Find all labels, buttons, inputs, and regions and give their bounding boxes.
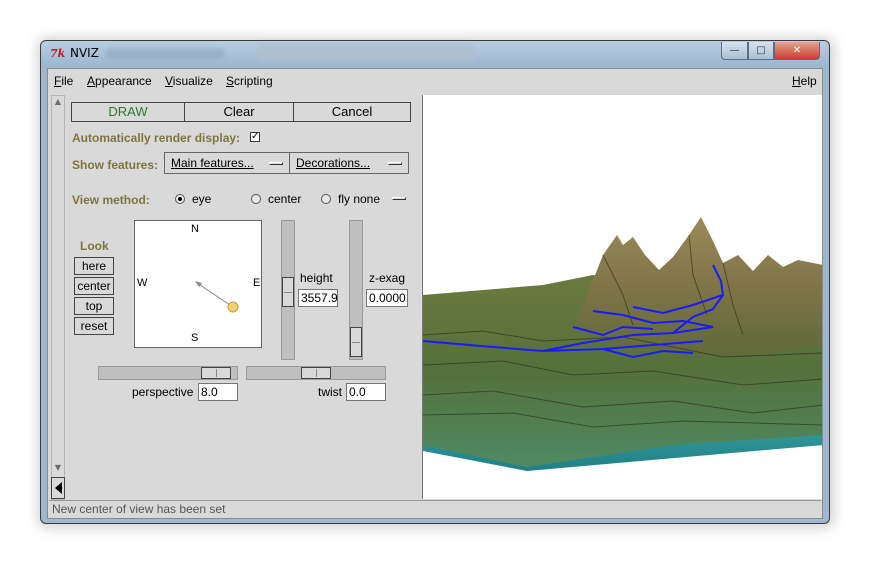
- fly-menu-indicator-icon[interactable]: [392, 197, 406, 200]
- terrain-render: [423, 217, 822, 471]
- height-slider-thumb[interactable]: [282, 277, 294, 307]
- perspective-entry[interactable]: 8.0: [198, 383, 238, 401]
- action-buttons: DRAW Clear Cancel: [71, 102, 411, 122]
- title-obscured-text: [105, 48, 225, 59]
- menu-file[interactable]: File: [54, 74, 73, 88]
- position-compass[interactable]: N S E W: [134, 220, 262, 348]
- maximize-button[interactable]: □: [748, 42, 774, 60]
- perspective-slider-thumb[interactable]: [201, 367, 231, 379]
- look-center-button[interactable]: center: [74, 277, 114, 295]
- twist-entry[interactable]: 0.0: [346, 383, 386, 401]
- twist-label: twist: [318, 385, 342, 399]
- view-control-panel: DRAW Clear Cancel Automatically render d…: [68, 95, 420, 500]
- perspective-slider[interactable]: [98, 366, 238, 380]
- panel-scrollbar[interactable]: ▲ ▼: [51, 95, 65, 500]
- auto-render-label: Automatically render display:: [72, 131, 241, 145]
- look-top-button[interactable]: top: [74, 297, 114, 315]
- zexag-slider[interactable]: [349, 220, 363, 360]
- height-label: height: [300, 271, 333, 285]
- status-bar: New center of view has been set: [49, 500, 821, 518]
- view-method-center-radio[interactable]: [251, 194, 261, 204]
- menu-bar: File Appearance Visualize Scripting Help: [48, 69, 822, 93]
- view-method-center-label: center: [268, 192, 302, 206]
- look-label: Look: [80, 239, 109, 253]
- menu-help[interactable]: Help: [792, 74, 817, 88]
- view-method-fly-radio[interactable]: [321, 194, 331, 204]
- zexag-entry[interactable]: 0.0000: [366, 289, 408, 307]
- main-features-menubutton[interactable]: Main features...: [164, 152, 290, 174]
- zexag-label: z-exag: [369, 271, 406, 285]
- title-obscured-text-2: [256, 45, 476, 61]
- menu-appearance[interactable]: Appearance: [87, 74, 152, 88]
- menubutton-indicator-icon: [269, 162, 283, 165]
- checkmark-icon: ✓: [251, 131, 260, 142]
- look-here-button[interactable]: here: [74, 257, 114, 275]
- zexag-slider-thumb[interactable]: [350, 327, 362, 357]
- maximize-icon: □: [756, 45, 766, 56]
- clear-button[interactable]: Clear: [184, 102, 294, 122]
- decorations-menubutton[interactable]: Decorations...: [289, 152, 409, 174]
- show-features-label: Show features:: [72, 158, 159, 172]
- view-method-fly-label: fly none: [338, 192, 381, 206]
- close-icon: ✕: [792, 45, 802, 56]
- minimize-icon: —: [729, 45, 740, 56]
- close-button[interactable]: ✕: [774, 42, 820, 60]
- menubutton-indicator-icon: [388, 162, 402, 165]
- 3d-view-canvas[interactable]: [422, 95, 822, 499]
- main-features-label: Main features...: [171, 156, 254, 170]
- menu-visualize[interactable]: Visualize: [165, 74, 213, 88]
- perspective-label: perspective: [132, 385, 194, 399]
- twist-slider[interactable]: [246, 366, 386, 380]
- view-direction-line: [196, 282, 234, 308]
- view-method-label: View method:: [72, 193, 150, 207]
- scroll-up-icon[interactable]: ▲: [52, 96, 64, 108]
- title-bar[interactable]: 7k NVIZ — □ ✕: [41, 41, 829, 67]
- look-reset-button[interactable]: reset: [74, 317, 114, 335]
- height-slider[interactable]: [281, 220, 295, 360]
- decorations-label: Decorations...: [296, 156, 371, 170]
- collapse-panel-icon[interactable]: [51, 477, 65, 499]
- cancel-button[interactable]: Cancel: [293, 102, 411, 122]
- height-entry[interactable]: 3557.9: [298, 289, 338, 307]
- minimize-button[interactable]: —: [721, 42, 748, 60]
- scroll-down-icon[interactable]: ▼: [52, 462, 64, 474]
- menu-scripting[interactable]: Scripting: [226, 74, 273, 88]
- view-method-eye-radio[interactable]: [175, 194, 185, 204]
- view-method-eye-label: eye: [192, 192, 212, 206]
- draw-button[interactable]: DRAW: [71, 102, 185, 122]
- twist-slider-thumb[interactable]: [301, 367, 331, 379]
- nviz-window: 7k NVIZ — □ ✕ File Appearance Visualize …: [40, 40, 830, 524]
- client-area: File Appearance Visualize Scripting Help…: [47, 68, 823, 519]
- auto-render-checkbox[interactable]: ✓: [250, 132, 260, 142]
- eye-position-handle-icon[interactable]: [227, 301, 239, 313]
- tk-logo-icon: 7k: [50, 47, 66, 60]
- compass-vector: [195, 281, 239, 313]
- window-title: NVIZ: [70, 46, 99, 60]
